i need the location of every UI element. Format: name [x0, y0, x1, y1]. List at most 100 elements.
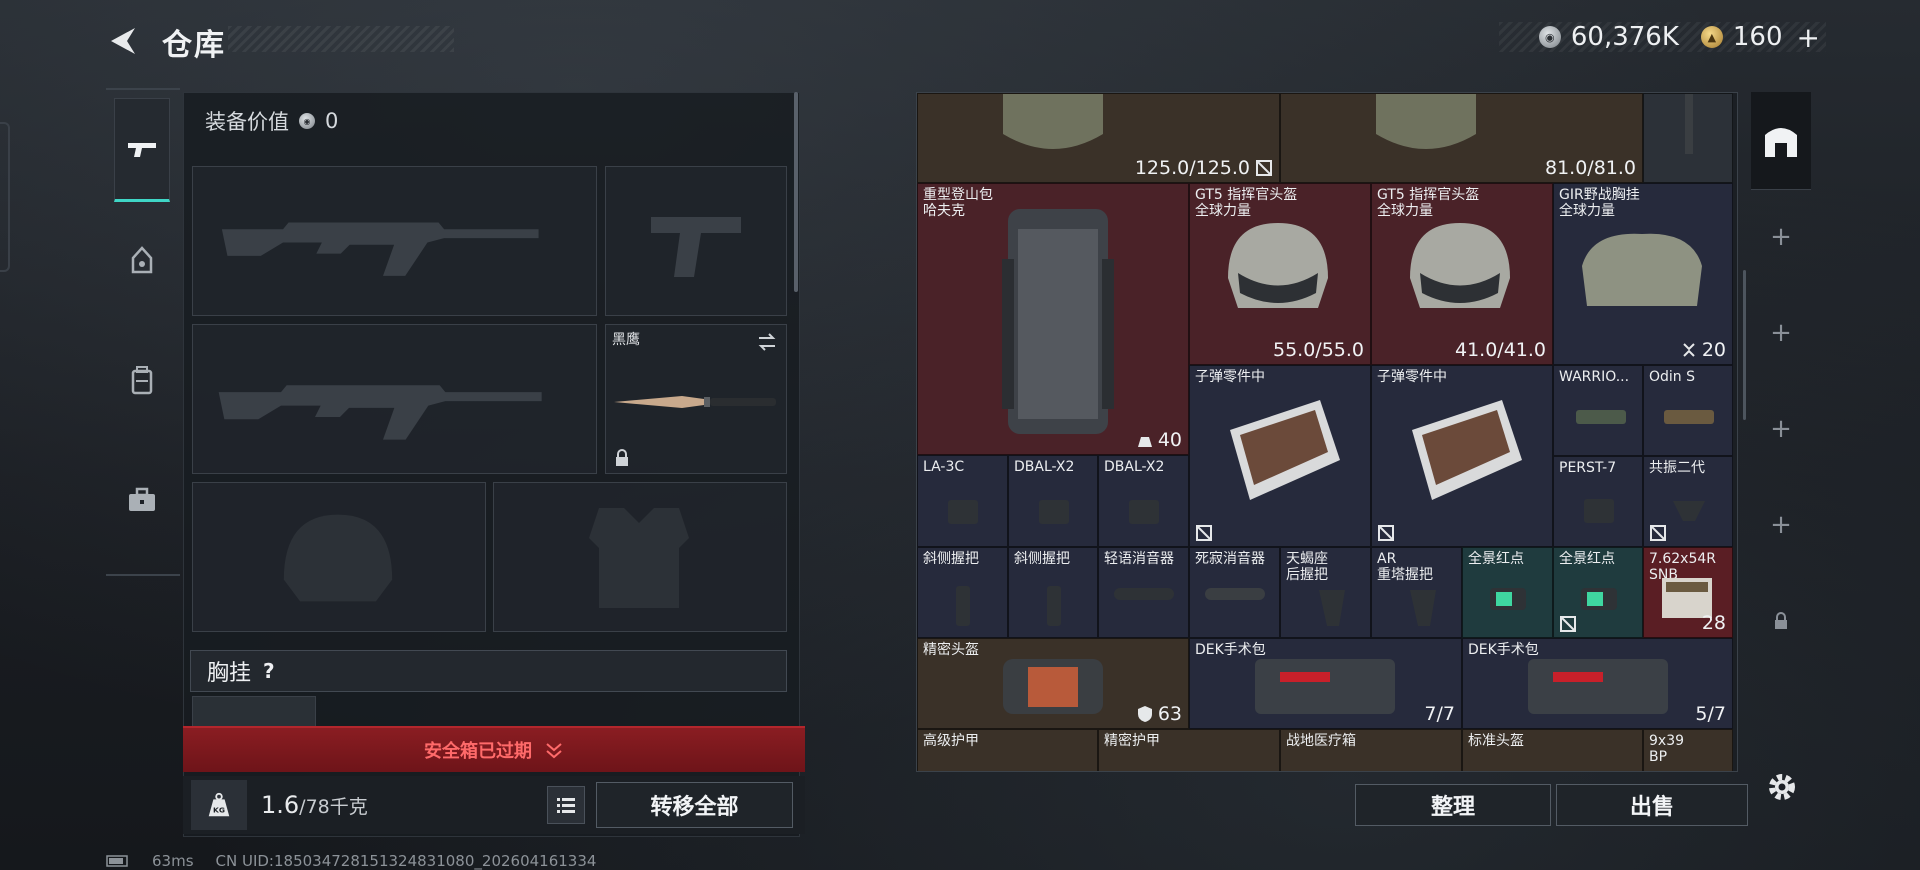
storage-item[interactable]: 重型登山包 哈夫克 40: [917, 183, 1189, 455]
storage-item[interactable]: 天蝎座 后握把: [1280, 547, 1371, 638]
storage-item[interactable]: 子弹零件中: [1371, 365, 1553, 547]
helmet-slot[interactable]: [192, 482, 486, 632]
laser-art-icon: [948, 500, 978, 524]
storage-page-main[interactable]: [1751, 92, 1811, 190]
knife-icon: [614, 396, 776, 408]
storage-item[interactable]: 共振二代: [1643, 456, 1733, 547]
sidearm-slot[interactable]: [605, 166, 787, 316]
item-name: 子弹零件中: [1195, 369, 1265, 385]
sell-button[interactable]: 出售: [1556, 784, 1748, 826]
storage-item[interactable]: GT5 指挥官头盔 全球力量 55.0/55.0: [1189, 183, 1371, 365]
storage-item[interactable]: AR 重塔握把: [1371, 547, 1462, 638]
ping-text: 63ms: [152, 852, 194, 870]
back-arrow-icon[interactable]: [105, 24, 139, 58]
help-button[interactable]: ?: [263, 659, 275, 683]
storage-item[interactable]: DBAL-X2: [1008, 455, 1098, 547]
medical-bag-art-icon: [1003, 659, 1103, 714]
safe-box-expired-banner[interactable]: 安全箱已过期: [183, 726, 805, 772]
storage-item[interactable]: DEK手术包 7/7: [1189, 638, 1462, 729]
weight-current: 1.6: [261, 791, 300, 819]
storage-item[interactable]: DBAL-X2: [1098, 455, 1189, 547]
rifle-silhouette-icon: [221, 222, 539, 276]
swap-icon[interactable]: [756, 331, 778, 353]
add-currency-button[interactable]: +: [1797, 21, 1820, 54]
gold-coin-icon: ▲: [1700, 26, 1723, 48]
svg-text:KG: KG: [213, 805, 225, 814]
storage-item[interactable]: 子弹零件中: [1189, 365, 1371, 547]
storage-item[interactable]: 81.0/81.0: [1280, 93, 1643, 183]
armor-slot[interactable]: [493, 482, 787, 632]
equipment-value: 装备价值 ◉ 0: [205, 106, 338, 136]
storage-item[interactable]: Odin S: [1643, 365, 1733, 456]
item-durability: 81.0/81.0: [1544, 157, 1636, 179]
item-name: 全景红点: [1468, 551, 1524, 567]
no-repair-icon: [1256, 160, 1272, 176]
gear-icon[interactable]: [1764, 769, 1800, 805]
tab-case[interactable]: [114, 448, 170, 552]
item-name: 死寂消音器: [1195, 551, 1265, 567]
item-name: GT5 指挥官头盔 全球力量: [1377, 187, 1480, 219]
storage-item[interactable]: 战地医疗箱: [1280, 729, 1462, 771]
list-view-button[interactable]: [547, 786, 585, 824]
weight-icon: [1137, 437, 1152, 447]
side-drawer-handle[interactable]: [0, 122, 10, 272]
storage-item[interactable]: GIR野战胸挂 全球力量 20: [1553, 183, 1733, 365]
storage-item[interactable]: 轻语消音器: [1098, 547, 1189, 638]
storage-item[interactable]: 斜侧握把: [1008, 547, 1098, 638]
sort-button[interactable]: 整理: [1355, 784, 1551, 826]
no-repair-icon: [1560, 616, 1576, 632]
storage-grid: 125.0/125.0 81.0/81.0 重型登山包 哈夫克 40 GT5 指…: [916, 92, 1738, 772]
currency-silver-value: 60,376K: [1570, 22, 1679, 52]
storage-item[interactable]: 精密护甲: [1098, 729, 1280, 771]
storage-item[interactable]: GT5 指挥官头盔 全球力量 41.0/41.0: [1371, 183, 1553, 365]
storage-item[interactable]: WARRIO...: [1553, 365, 1643, 456]
backpack-icon: [131, 366, 153, 395]
storage-item[interactable]: 125.0/125.0: [917, 93, 1280, 183]
storage-item[interactable]: 死寂消音器: [1189, 547, 1280, 638]
add-storage-page-button[interactable]: +: [1751, 414, 1811, 444]
item-name: 斜侧握把: [1014, 551, 1070, 567]
item-capacity: 20: [1681, 339, 1726, 361]
chest-rig-header: 胸挂 ?: [190, 650, 787, 692]
item-durability: 125.0/125.0: [1135, 157, 1273, 179]
storage-page-rail: + + + +: [1751, 92, 1811, 672]
category-rail: [106, 88, 180, 576]
grip-art-icon: [1047, 586, 1061, 626]
melee-slot[interactable]: 黑鹰: [605, 324, 787, 474]
storage-item[interactable]: LA-3C: [917, 455, 1008, 547]
tab-weapons[interactable]: [114, 98, 170, 202]
no-repair-icon: [1196, 525, 1212, 541]
storage-item[interactable]: DEK手术包 5/7: [1462, 638, 1733, 729]
tab-armor[interactable]: [114, 208, 170, 312]
primary-weapon-slot[interactable]: [192, 166, 597, 316]
move-all-button[interactable]: 转移全部: [596, 782, 793, 828]
item-name: 标准头盔: [1468, 733, 1524, 749]
storage-item[interactable]: 精密头盔 63: [917, 638, 1189, 729]
storage-item[interactable]: PERST-7: [1553, 456, 1643, 547]
add-storage-page-button[interactable]: +: [1751, 222, 1811, 252]
equipment-scrollbar[interactable]: [794, 92, 798, 292]
storage-item[interactable]: 高级护甲: [917, 729, 1098, 771]
storage-scrollbar[interactable]: [1743, 270, 1746, 420]
storage-item[interactable]: 标准头盔: [1462, 729, 1643, 771]
silver-coin-icon: ◉: [299, 113, 315, 129]
storage-item[interactable]: 全景红点: [1462, 547, 1553, 638]
item-name: 高级护甲: [923, 733, 979, 749]
storage-item[interactable]: 全景红点: [1553, 547, 1643, 638]
storage-item[interactable]: 7.62x54R SNB 28: [1643, 547, 1733, 638]
secondary-weapon-slot[interactable]: [192, 324, 597, 474]
chest-rig-slot[interactable]: [192, 696, 316, 726]
warehouse-icon: [1765, 127, 1797, 157]
add-storage-page-button[interactable]: +: [1751, 318, 1811, 348]
storage-item[interactable]: 斜侧握把: [917, 547, 1008, 638]
item-name: 天蝎座 后握把: [1286, 551, 1328, 583]
storage-item[interactable]: 9x39 BP: [1643, 729, 1733, 771]
item-name: 战地医疗箱: [1286, 733, 1356, 749]
grip-art-icon: [1410, 590, 1436, 626]
weight-value: 1.6/78千克: [261, 791, 368, 819]
add-storage-page-button[interactable]: +: [1751, 510, 1811, 540]
storage-item[interactable]: [1643, 93, 1733, 183]
item-durability: 41.0/41.0: [1454, 339, 1546, 361]
red-dot-sight-art-icon: [1490, 588, 1526, 610]
tab-backpack[interactable]: [114, 328, 170, 432]
